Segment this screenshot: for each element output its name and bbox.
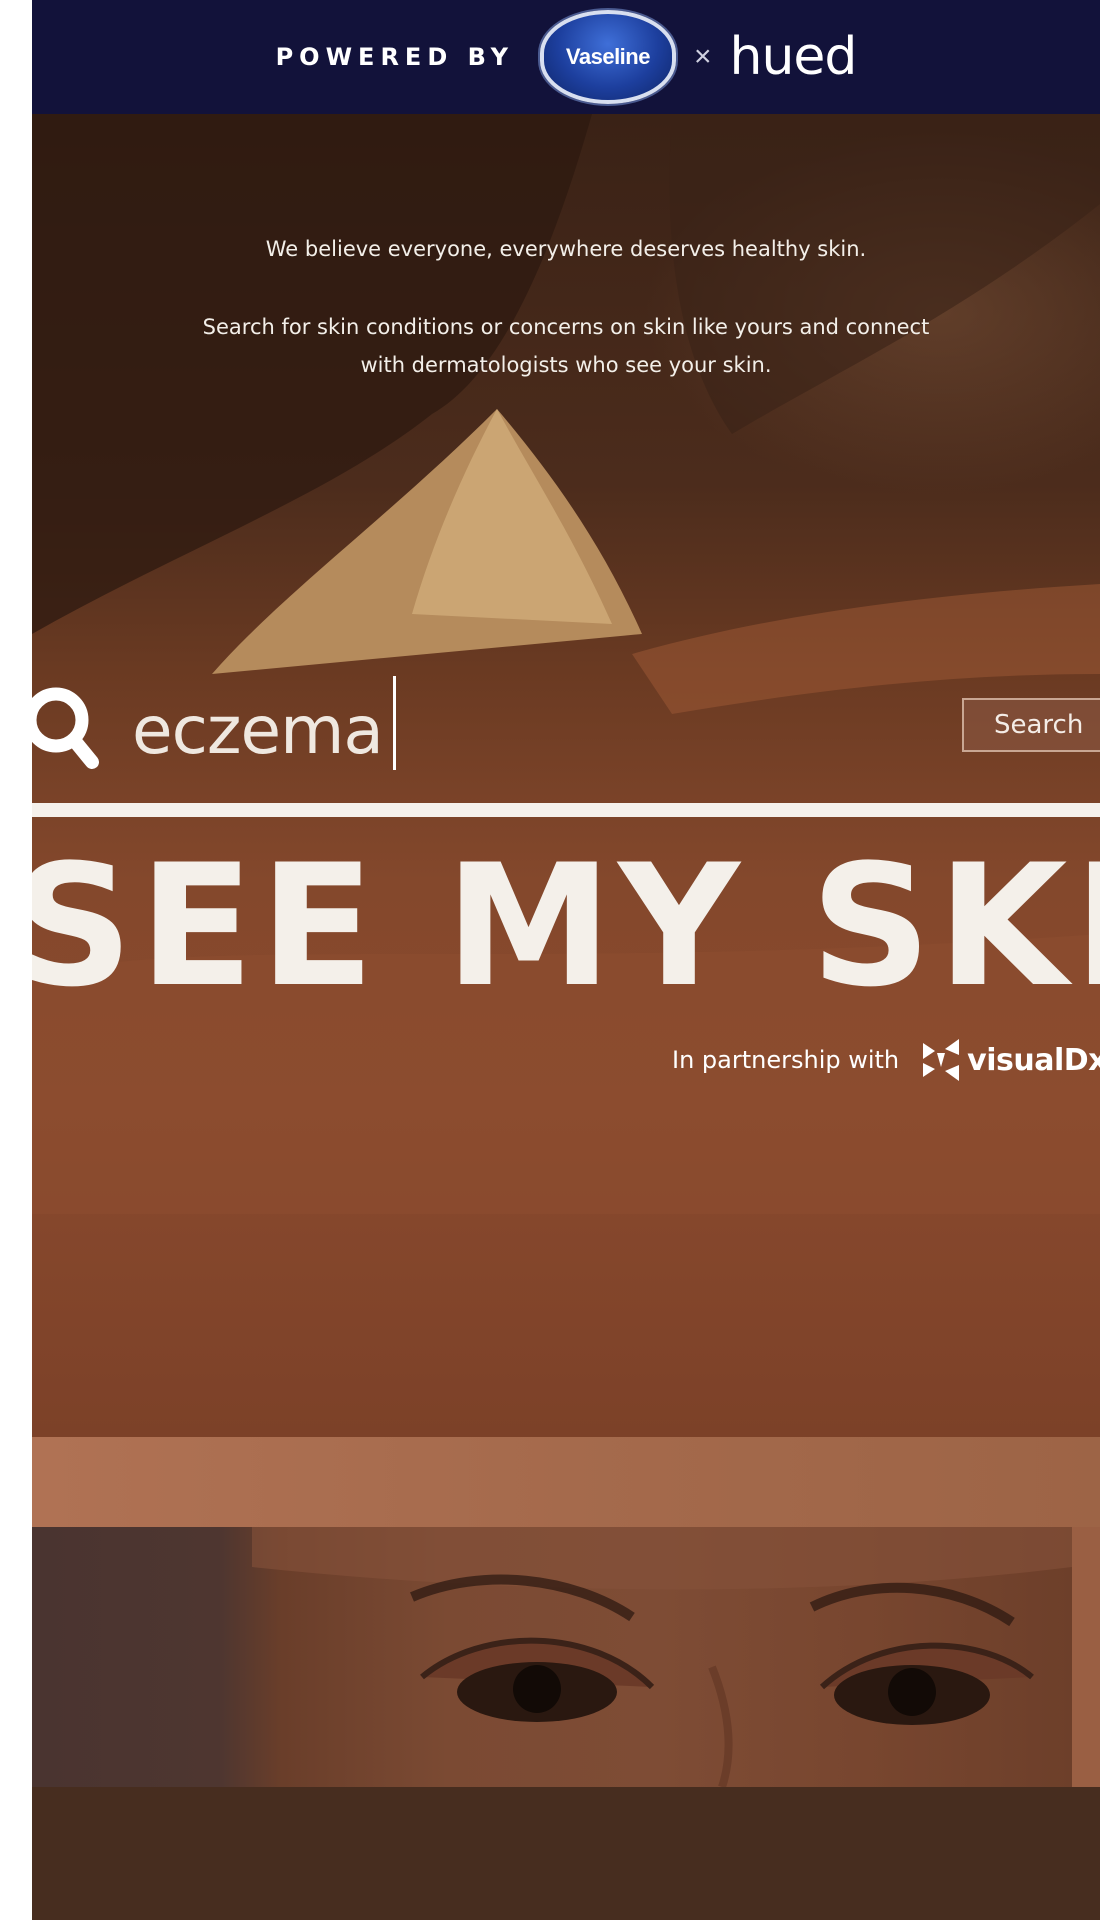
page-title: SEE MY SKIN	[32, 828, 1100, 1024]
search-button[interactable]: Search	[962, 698, 1100, 752]
divider-line	[32, 803, 1100, 817]
hued-logo[interactable]: hued	[729, 27, 857, 87]
nose-bridge	[708, 1665, 733, 1787]
page-frame: POWERED BY Vaseline × hued We believe ev…	[32, 0, 1100, 1920]
powered-by-label: POWERED BY	[275, 43, 514, 71]
partnership-credit: In partnership with visualDx	[672, 1036, 1100, 1084]
search-input[interactable]: eczema	[132, 692, 384, 769]
hero-tagline: We believe everyone, everywhere deserves…	[265, 237, 867, 261]
color-band	[32, 1437, 1100, 1527]
left-iris	[513, 1665, 561, 1713]
right-iris	[888, 1668, 936, 1716]
vaseline-logo[interactable]: Vaseline	[539, 10, 676, 104]
search-bar: eczema Search	[32, 650, 1100, 790]
brand-bar: POWERED BY Vaseline × hued	[32, 0, 1100, 114]
bottom-section	[32, 1787, 1100, 1920]
partnership-label: In partnership with	[672, 1046, 900, 1074]
shadow-shape-right	[669, 114, 1100, 434]
visualdx-logo[interactable]: visualDx	[967, 1043, 1100, 1078]
search-icon[interactable]	[32, 680, 108, 780]
hero-description-line1: Search for skin conditions or concerns o…	[202, 315, 930, 339]
times-symbol: ×	[693, 40, 712, 73]
visualdx-logo-icon	[923, 1039, 960, 1081]
forehead-shape	[252, 1527, 1072, 1590]
hero-description-line2: with dermatologists who see your skin.	[360, 353, 772, 377]
right-brow	[809, 1582, 1015, 1627]
eyes-photo-shapes	[252, 1527, 1072, 1787]
eyes-photo-frame	[32, 1527, 1100, 1787]
text-caret	[393, 676, 396, 770]
